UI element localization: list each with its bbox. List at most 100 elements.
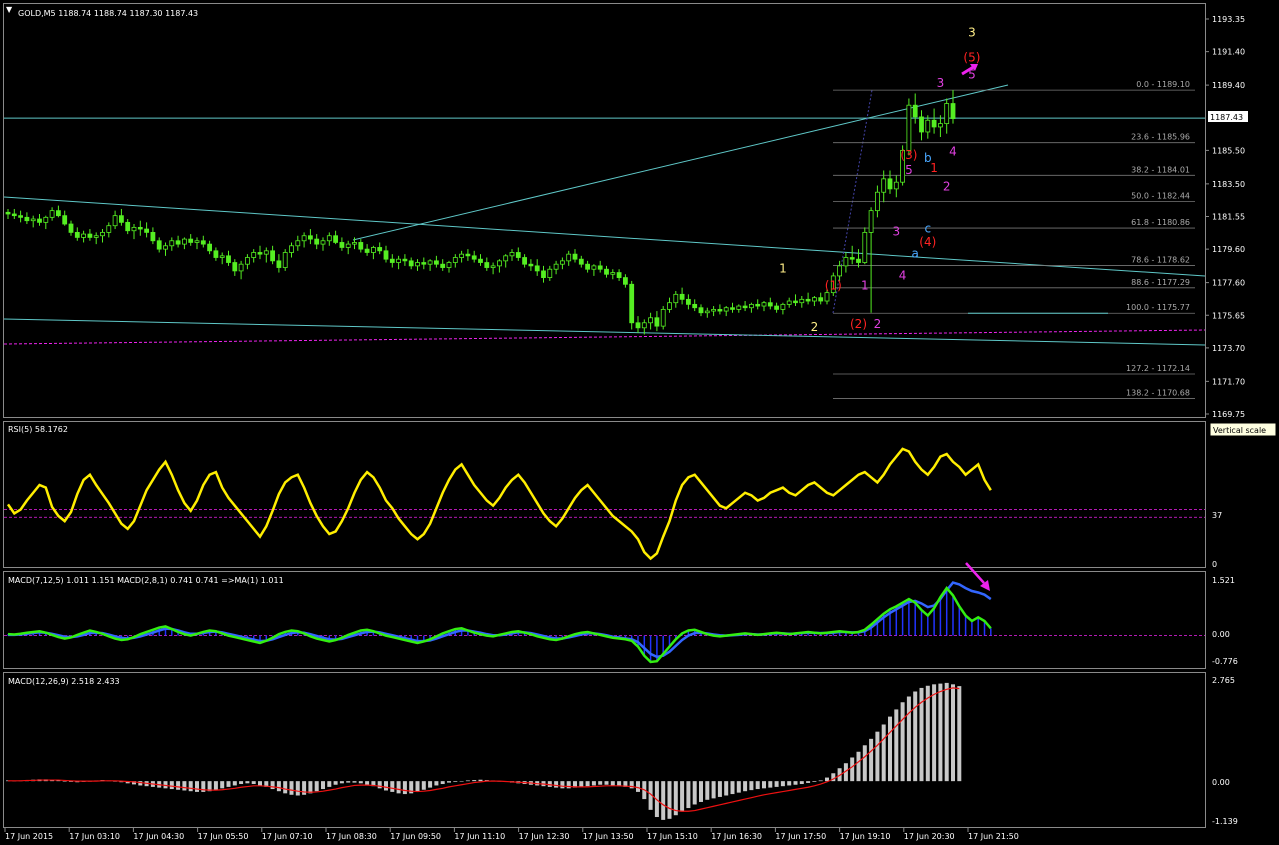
- wave-label: 3: [892, 225, 900, 239]
- macd2-signal-line: [8, 687, 960, 812]
- candle-body: [440, 263, 446, 268]
- macd2-hist-bar: [774, 781, 779, 787]
- candle-body: [238, 263, 244, 272]
- macd1-arrow-shaft: [965, 562, 985, 584]
- price-tick-label: 1175.65: [1212, 311, 1245, 320]
- candle-body: [875, 191, 880, 212]
- candle-body: [257, 252, 263, 255]
- candle-body: [660, 308, 666, 327]
- macd1-tick-zero: 0.00: [1212, 630, 1230, 639]
- candle-body: [251, 252, 257, 258]
- candle-body: [156, 240, 162, 250]
- candle-body: [893, 181, 899, 190]
- candle-body: [560, 260, 565, 265]
- candle-body: [704, 310, 710, 314]
- macd2-hist-bar: [402, 781, 407, 795]
- macd2-hist-bar: [220, 781, 225, 789]
- macd2-hist-bar: [459, 781, 464, 782]
- macd2-hist-bar: [850, 757, 855, 782]
- price-tick-label: 1183.50: [1212, 180, 1245, 189]
- time-tick-label: 17 Jun 2015: [5, 832, 53, 841]
- rsi-panel-frame: [3, 421, 1206, 568]
- wave-label: (2): [850, 317, 867, 331]
- wave-label: c: [924, 221, 931, 235]
- macd2-hist-bar: [472, 780, 477, 782]
- price-tick-label: 1191.40: [1212, 48, 1245, 57]
- candle-body: [925, 119, 931, 133]
- candle-body: [352, 242, 357, 245]
- macd2-hist-bar: [881, 724, 886, 782]
- candle-body: [490, 265, 496, 268]
- macd2-hist-bar: [724, 781, 729, 796]
- candle-body: [730, 307, 735, 310]
- macd2-hist-bar: [711, 781, 716, 799]
- fib-level-label: 38.2 - 1184.01: [1131, 165, 1190, 174]
- macd2-hist-bar: [932, 684, 937, 782]
- candle-body: [944, 103, 950, 125]
- macd2-hist-bar: [453, 781, 458, 782]
- macd1-fast-line: [7, 586, 992, 664]
- time-tick-label: 17 Jun 19:10: [840, 832, 891, 841]
- candle-body: [377, 247, 383, 252]
- macd2-hist-bar: [566, 781, 571, 789]
- macd2-tick-zero: 0.00: [1212, 778, 1230, 787]
- candle-body: [112, 215, 118, 227]
- candle-body: [144, 228, 150, 233]
- candle-body: [578, 258, 584, 265]
- candle-body: [415, 262, 420, 267]
- candle-body: [333, 235, 339, 243]
- candle-body: [887, 178, 893, 190]
- macd2-hist-bar: [944, 682, 949, 782]
- candle-body: [282, 252, 288, 268]
- fib-level-label: 23.6 - 1185.96: [1131, 133, 1190, 142]
- fib-level-label: 0.0 - 1189.10: [1136, 80, 1190, 89]
- candle-body: [654, 317, 660, 327]
- macd2-hist-bar: [390, 781, 395, 792]
- candle-body: [421, 262, 427, 265]
- chart-menu-triangle[interactable]: ▼: [6, 5, 13, 14]
- candle-body: [150, 232, 156, 242]
- macd2-hist-bar: [705, 781, 710, 800]
- macd2-hist-bar: [888, 716, 892, 782]
- macd2-hist-bar: [604, 781, 609, 785]
- candle-body: [629, 283, 635, 324]
- candle-body: [301, 235, 307, 242]
- macd2-hist-bar: [730, 781, 735, 795]
- macd2-hist-bar: [900, 702, 905, 782]
- candle-body: [402, 258, 408, 262]
- fib-level-label: 61.8 - 1180.86: [1131, 218, 1190, 227]
- candle-body: [812, 297, 817, 302]
- candle-body: [11, 213, 17, 217]
- macd2-hist-bar: [415, 781, 420, 792]
- candle-body: [125, 221, 131, 232]
- candle-body: [686, 298, 691, 305]
- candle-body: [219, 255, 225, 258]
- candle-body: [396, 258, 402, 263]
- price-tick-label: 1169.75: [1212, 410, 1245, 419]
- macd2-hist-bar: [295, 781, 300, 796]
- macd2-hist-bar: [239, 781, 244, 785]
- macd2-hist-bar: [598, 781, 603, 785]
- time-tick-label: 17 Jun 16:30: [711, 832, 762, 841]
- upper-channel-line: [3, 196, 1206, 277]
- candle-body: [856, 258, 861, 263]
- candle-body: [805, 298, 811, 302]
- candle-body: [276, 260, 282, 268]
- price-tick-label: 1179.60: [1212, 245, 1245, 254]
- candle-body: [295, 240, 301, 247]
- candle-body: [484, 262, 490, 268]
- candle-body: [169, 240, 175, 247]
- candle-body: [314, 238, 320, 245]
- candle-body: [24, 216, 30, 222]
- candle-body: [667, 302, 672, 310]
- fib-level-label: 138.2 - 1170.68: [1126, 388, 1190, 397]
- candle-body: [767, 302, 773, 307]
- price-tick-label: 1189.40: [1212, 81, 1245, 90]
- wave-label: 3: [968, 26, 976, 40]
- macd2-hist-bar: [875, 731, 880, 782]
- time-tick-label: 17 Jun 08:30: [326, 832, 377, 841]
- candle-body: [522, 257, 527, 265]
- candle-body: [849, 257, 855, 260]
- macd2-hist-bar: [818, 780, 823, 782]
- candle-body: [226, 255, 231, 263]
